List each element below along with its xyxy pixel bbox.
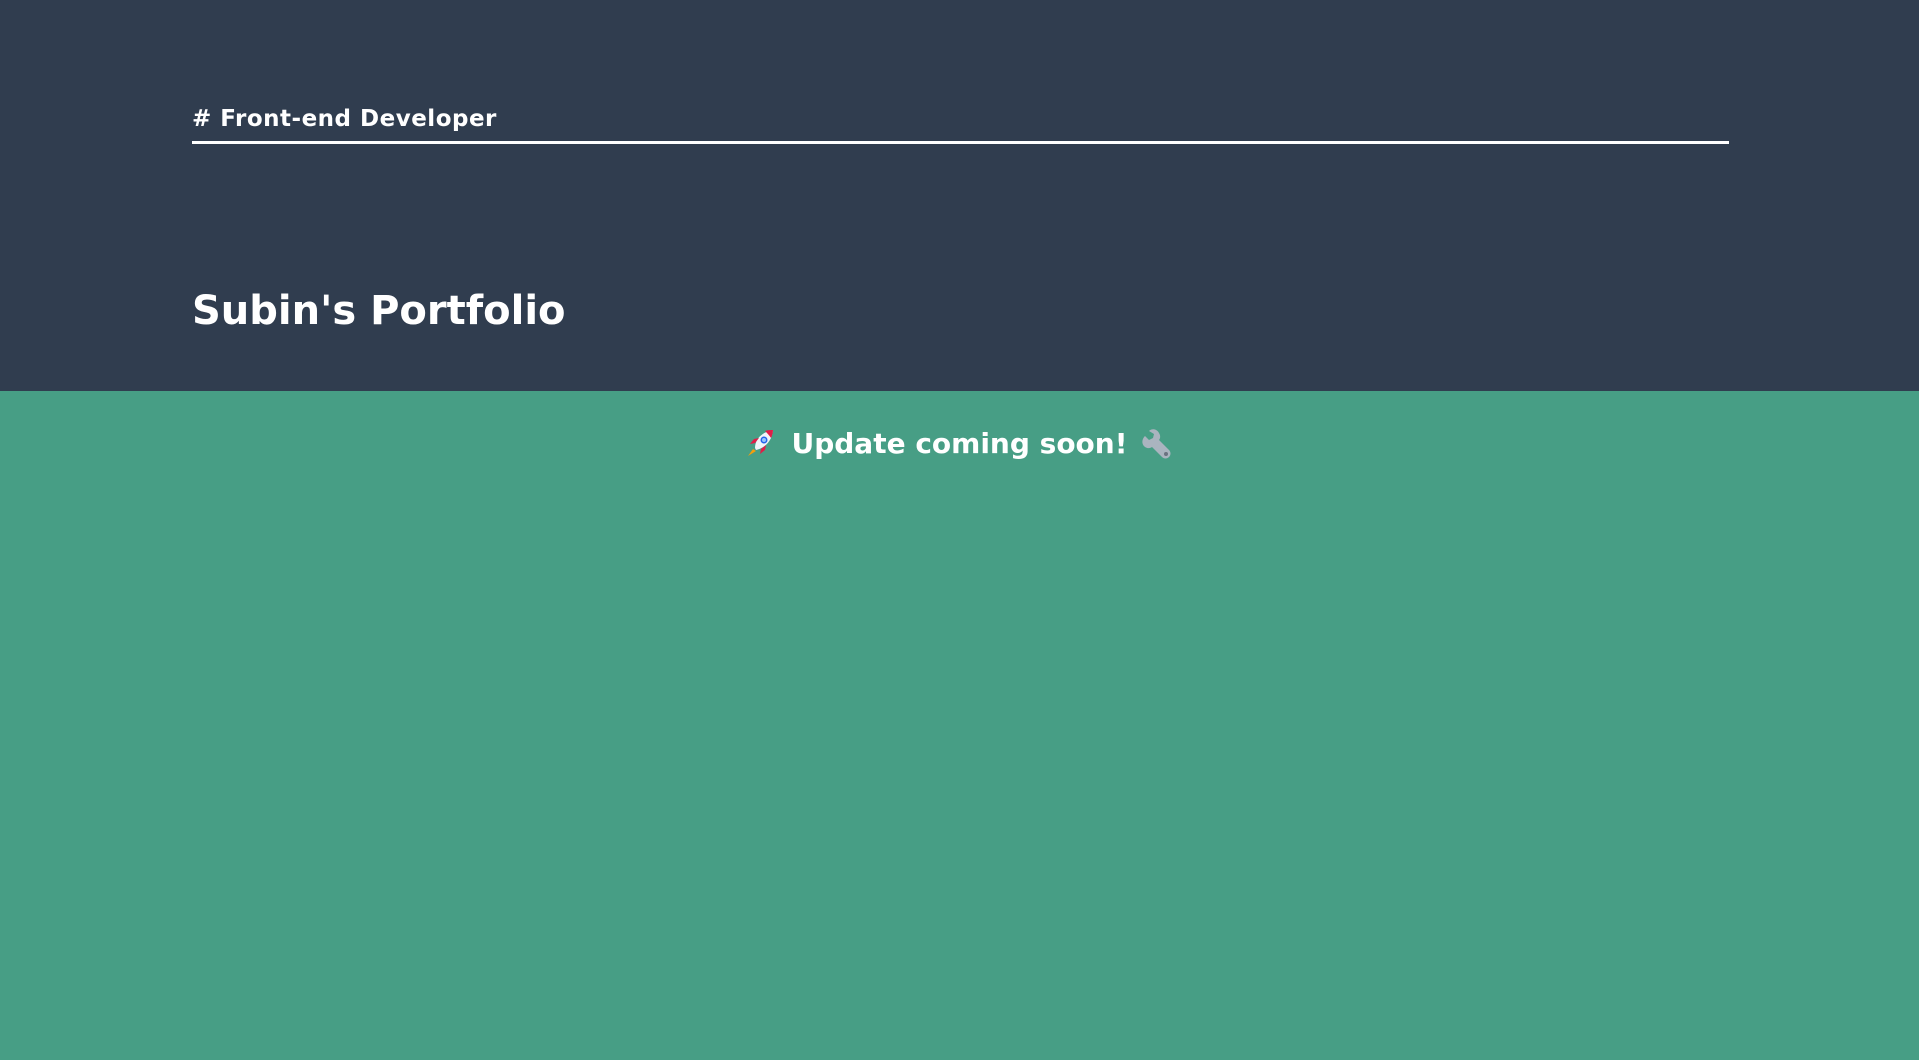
update-notice: Update coming soon! bbox=[0, 421, 1919, 465]
wrench-icon bbox=[1141, 426, 1175, 460]
rocket-icon bbox=[744, 426, 778, 460]
page-title: Subin's Portfolio bbox=[192, 288, 566, 334]
update-notice-text: Update coming soon! bbox=[791, 426, 1128, 460]
portfolio-page: # Front-end Developer Subin's Portfolio … bbox=[0, 0, 1919, 1060]
main-content: Update coming soon! bbox=[0, 391, 1919, 1060]
portfolio-header: # Front-end Developer Subin's Portfolio bbox=[0, 0, 1919, 391]
role-subtitle: # Front-end Developer bbox=[192, 103, 1729, 144]
